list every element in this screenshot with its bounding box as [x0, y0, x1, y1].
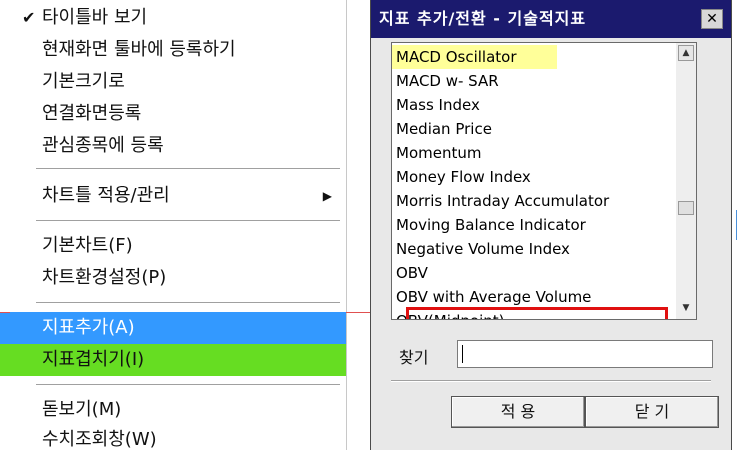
- highlight-box: [406, 307, 668, 319]
- menu-item-label: 수치조회창(W): [42, 429, 157, 450]
- menu-item-label: 차트틀 적용/관리: [42, 185, 170, 206]
- submenu-arrow-icon: ▶: [322, 189, 332, 203]
- dialog-titlebar[interactable]: 지표 추가/전환 - 기술적지표 ✕: [371, 0, 731, 38]
- apply-button[interactable]: 적 용: [451, 396, 585, 428]
- indicator-list[interactable]: MACD Oscillator MACD w- SAR Mass Index M…: [391, 42, 697, 320]
- close-icon[interactable]: ✕: [701, 9, 723, 29]
- chart-line: [736, 210, 737, 240]
- menu-item-label: 기본크기로: [42, 71, 125, 92]
- menu-item-label: 돋보기(M): [42, 399, 122, 420]
- menu-separator: [36, 384, 340, 386]
- menu-item-label: 기본차트(F): [42, 235, 133, 256]
- dialog-separator: [391, 380, 711, 382]
- text-caret: [462, 345, 463, 363]
- list-scrollbar[interactable]: ▲ ▼: [676, 43, 696, 319]
- menu-item-value-window[interactable]: 수치조회창(W): [0, 424, 346, 450]
- menu-item-label: 타이틀바 보기: [42, 7, 148, 28]
- menu-item-overlay-indicator[interactable]: 지표겹치기(I): [0, 344, 346, 376]
- menu-item-add-indicator[interactable]: 지표추가(A): [0, 312, 346, 344]
- menu-item-label: 현재화면 툴바에 등록하기: [42, 39, 236, 60]
- menu-item-label: 관심종목에 등록: [42, 135, 164, 156]
- indicator-dialog: 지표 추가/전환 - 기술적지표 ✕ MACD Oscillator MACD …: [370, 0, 732, 450]
- scroll-up-icon[interactable]: ▲: [678, 45, 694, 61]
- menu-item-basic-chart[interactable]: 기본차트(F): [0, 230, 346, 262]
- find-input[interactable]: [457, 340, 713, 368]
- menu-item-register-toolbar[interactable]: 현재화면 툴바에 등록하기: [0, 34, 346, 66]
- scroll-thumb[interactable]: [678, 201, 694, 215]
- menu-separator: [36, 168, 340, 170]
- menu-separator: [36, 302, 340, 304]
- menu-item-label: 지표겹치기(I): [42, 349, 145, 370]
- list-item[interactable]: Mass Index: [396, 93, 480, 117]
- menu-item-show-titlebar[interactable]: ✔ 타이틀바 보기: [0, 2, 346, 34]
- menu-item-linked-screen[interactable]: 연결화면등록: [0, 98, 346, 130]
- menu-item-label: 지표추가(A): [42, 317, 135, 338]
- menu-item-chart-settings[interactable]: 차트환경설정(P): [0, 262, 346, 294]
- list-item[interactable]: OBV with Average Volume: [396, 285, 591, 309]
- scroll-down-icon[interactable]: ▼: [678, 301, 694, 317]
- list-item[interactable]: MACD Oscillator: [392, 45, 557, 69]
- menu-item-add-watchlist[interactable]: 관심종목에 등록: [0, 130, 346, 162]
- close-button[interactable]: 닫 기: [585, 396, 719, 428]
- chart-line: [346, 312, 370, 313]
- context-menu: ✔ 타이틀바 보기 현재화면 툴바에 등록하기 기본크기로 연결화면등록 관심종…: [0, 0, 346, 450]
- list-item[interactable]: Median Price: [396, 117, 492, 141]
- chart-line: [0, 312, 10, 313]
- list-item[interactable]: Money Flow Index: [396, 165, 531, 189]
- menu-separator: [36, 220, 340, 222]
- dialog-title: 지표 추가/전환 - 기술적지표: [379, 9, 587, 28]
- checkmark-icon: ✔: [22, 8, 36, 27]
- menu-item-magnifier[interactable]: 돋보기(M): [0, 394, 346, 426]
- list-item[interactable]: Negative Volume Index: [396, 237, 570, 261]
- menu-item-default-size[interactable]: 기본크기로: [0, 66, 346, 98]
- find-label: 찾기: [399, 348, 429, 367]
- list-item[interactable]: MACD w- SAR: [396, 69, 499, 93]
- menu-item-chart-template[interactable]: 차트틀 적용/관리 ▶: [0, 180, 346, 212]
- chart-divider: [346, 0, 347, 450]
- menu-item-label: 연결화면등록: [42, 103, 142, 124]
- list-item[interactable]: Morris Intraday Accumulator: [396, 189, 609, 213]
- list-item[interactable]: OBV: [396, 261, 428, 285]
- list-item[interactable]: Moving Balance Indicator: [396, 213, 586, 237]
- menu-item-label: 차트환경설정(P): [42, 267, 167, 288]
- list-item[interactable]: Momentum: [396, 141, 481, 165]
